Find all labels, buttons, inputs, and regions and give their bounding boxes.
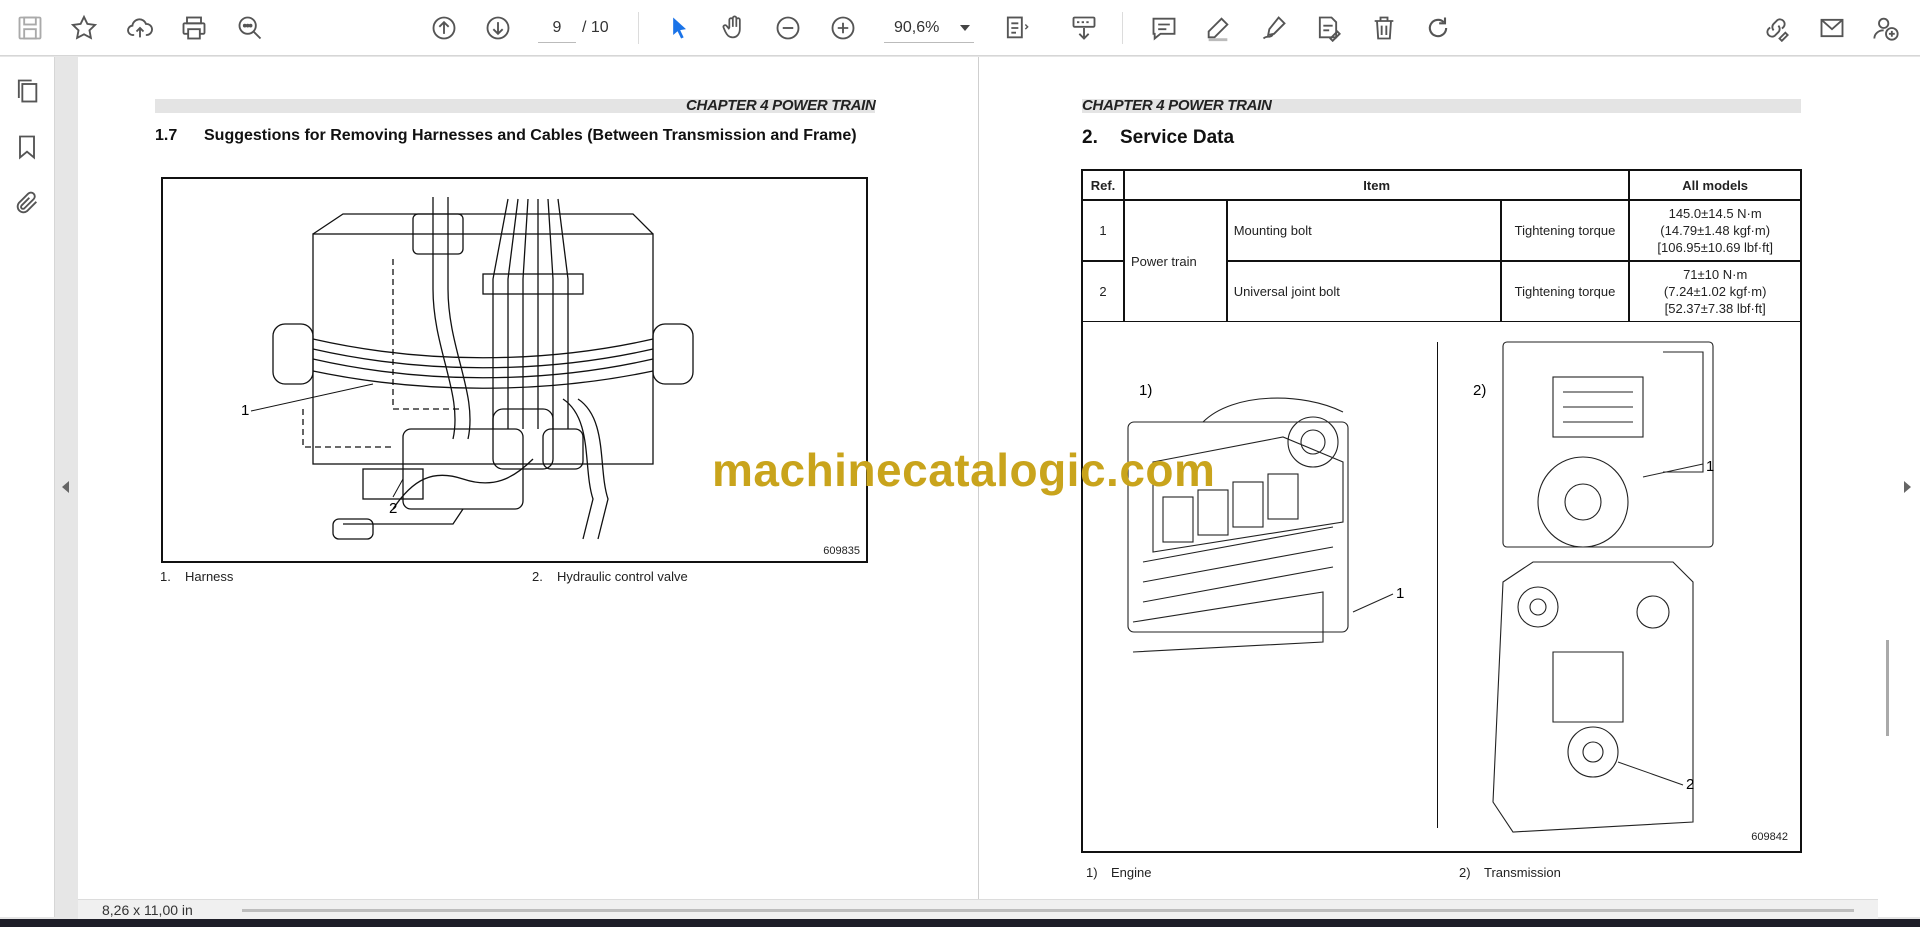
select-cursor-icon[interactable] (661, 10, 697, 46)
header-all-models: All models (1628, 169, 1802, 201)
figure-code: 609835 (823, 545, 860, 557)
page-fit-icon[interactable] (998, 10, 1034, 46)
header-ref: Ref. (1081, 169, 1125, 201)
bookmark-star-icon[interactable] (66, 10, 102, 46)
legend-transmission: Transmission (1484, 865, 1561, 880)
header-item: Item (1122, 169, 1631, 201)
toolbar-divider (1122, 12, 1123, 44)
page-number-input[interactable]: 9 (538, 13, 576, 43)
legend-num-2: 2) (1459, 865, 1471, 880)
redo-icon[interactable] (1420, 10, 1456, 46)
pages-thumbnail-icon[interactable] (11, 75, 43, 107)
value-nm: 71±10 N·m (1683, 267, 1748, 282)
section-title: Suggestions for Removing Harnesses and C… (204, 127, 857, 144)
email-icon[interactable] (1814, 10, 1850, 46)
upload-cloud-icon[interactable] (122, 10, 158, 46)
zoom-level-value: 90,6% (894, 19, 940, 36)
page-size-label: 8,26 x 11,00 in (102, 902, 193, 918)
taskbar-strip (0, 919, 1920, 927)
callout-1: 1 (241, 402, 249, 419)
attachment-icon[interactable] (11, 187, 43, 219)
engine-transmission-figure: 1) 2) 1 1 2 609842 (1081, 322, 1802, 853)
previous-page-icon[interactable] (426, 10, 462, 46)
right-sidebar (1878, 57, 1920, 917)
row-value: 145.0±14.5 N·m (14.79±1.48 kgf·m) [106.9… (1628, 199, 1802, 262)
group-power-train: Power train (1122, 199, 1228, 323)
row-item: Universal joint bolt (1225, 260, 1502, 323)
toolbar: 9 / 10 90,6% (0, 0, 1920, 56)
page-total: / 10 (582, 19, 609, 36)
save-icon[interactable] (12, 10, 48, 46)
legend-engine: Engine (1111, 865, 1152, 880)
legend-num-1: 1) (1086, 865, 1098, 880)
chapter-header: CHAPTER 4 POWER TRAIN (1082, 97, 1272, 114)
zoom-out-icon[interactable] (770, 10, 806, 46)
chevron-down-icon (960, 25, 970, 31)
legend-hydraulic-valve: Hydraulic control valve (557, 569, 688, 584)
row-ref: 1 (1081, 199, 1125, 262)
panel-label-transmission: 2) (1473, 382, 1486, 399)
hand-tool-icon[interactable] (716, 10, 752, 46)
status-bar: 8,26 x 11,00 in (78, 899, 1878, 920)
value-kgfm: (7.24±1.02 kgf·m) (1663, 284, 1767, 299)
value-nm: 145.0±14.5 N·m (1668, 206, 1762, 221)
zoom-in-icon[interactable] (825, 10, 861, 46)
row-value: 71±10 N·m (7.24±1.02 kgf·m) [52.37±7.38 … (1628, 260, 1802, 323)
bookmark-icon[interactable] (11, 131, 43, 163)
edit-document-icon[interactable] (1310, 10, 1346, 46)
row-ref: 2 (1081, 260, 1125, 323)
transmission-callout-2: 2 (1686, 776, 1694, 793)
table-row: 1 Power train Mounting bolt Tightening t… (1081, 199, 1802, 323)
print-icon[interactable] (176, 10, 212, 46)
row-type: Tightening torque (1499, 260, 1631, 323)
scroll-mode-icon[interactable] (1066, 10, 1102, 46)
watermark: machinecatalogic.com (712, 444, 1216, 496)
callout-2: 2 (389, 500, 397, 517)
collapse-left-panel-icon[interactable] (62, 481, 69, 493)
legend-num-2: 2. (532, 569, 543, 584)
left-sidebar (0, 57, 69, 917)
value-kgfm: (14.79±1.48 kgf·m) (1660, 223, 1771, 238)
legend-harness: Harness (185, 569, 234, 584)
highlight-pen-icon[interactable] (1200, 10, 1236, 46)
value-lbfft: [106.95±10.69 lbf·ft] (1657, 240, 1773, 255)
next-page-icon[interactable] (480, 10, 516, 46)
link-edit-icon[interactable] (1758, 10, 1794, 46)
legend-num-1: 1. (160, 569, 171, 584)
harness-figure: 1 2 609835 (161, 177, 868, 563)
engine-callout-1: 1 (1396, 585, 1404, 602)
horizontal-scrollbar[interactable] (242, 909, 1854, 912)
delete-trash-icon[interactable] (1366, 10, 1402, 46)
user-add-icon[interactable] (1868, 10, 1904, 46)
figure-code: 609842 (1751, 831, 1788, 843)
row-item: Mounting bolt (1225, 199, 1502, 262)
draw-pen-icon[interactable] (1256, 10, 1292, 46)
service-data-table: Ref. Item All models 1 Power train Mount… (1081, 169, 1802, 323)
section-number: 1.7 (155, 127, 178, 144)
chapter-header: CHAPTER 4 POWER TRAIN (686, 97, 876, 114)
vertical-scrollbar[interactable] (1886, 640, 1889, 736)
transmission-callout-1: 1 (1706, 458, 1714, 475)
section-number: 2. (1082, 127, 1098, 148)
expand-right-panel-icon[interactable] (1904, 481, 1911, 493)
zoom-level-select[interactable]: 90,6% (884, 13, 974, 43)
harness-drawing: 1 2 (241, 197, 694, 540)
section-title: Service Data (1120, 127, 1235, 148)
panel-label-engine: 1) (1139, 382, 1152, 399)
zoom-search-icon[interactable] (232, 10, 268, 46)
row-type: Tightening torque (1499, 199, 1631, 262)
value-lbfft: [52.37±7.38 lbf·ft] (1664, 301, 1766, 316)
comment-icon[interactable] (1146, 10, 1182, 46)
toolbar-divider (638, 12, 639, 44)
engine-transmission-drawing: 1) 2) 1 1 2 (1127, 341, 1714, 833)
